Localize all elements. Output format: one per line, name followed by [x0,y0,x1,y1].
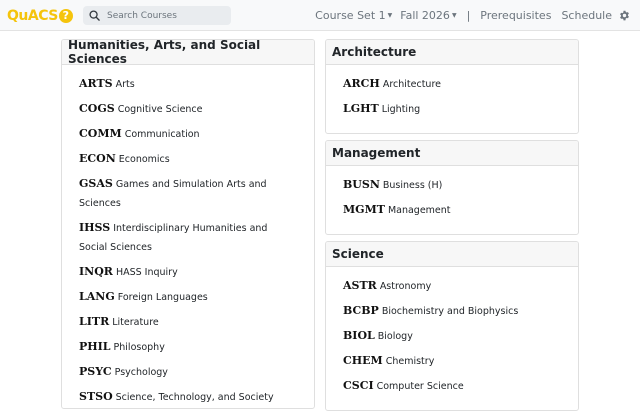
department-code: PHIL [79,340,111,353]
department-list: ARCH Architecture LGHT Lighting [326,65,578,119]
department-code: PSYC [79,365,112,378]
department-name: Architecture [382,79,441,90]
department-name: Astronomy [379,281,432,292]
department-code: COGS [79,102,115,115]
school-card-management: Management BUSN Business (H) MGMT Managemen… [325,140,579,235]
school-card-architecture: Architecture ARCH Architecture LGHT Lightin… [325,39,579,134]
department-item-stso[interactable]: STSO Science, Technology, and Society [62,387,314,407]
department-name: Lighting [381,104,421,115]
department-item-comm[interactable]: COMM Communication [62,124,314,144]
department-code: INQR [79,265,113,278]
chevron-down-icon: ▼ [451,12,457,19]
department-code: ARTS [79,77,113,90]
department-code: ECON [79,152,116,165]
schedule-link[interactable]: Schedule [561,9,612,22]
department-code: LANG [79,290,115,303]
department-item-mgmt[interactable]: MGMT Management [326,200,578,220]
department-name: Arts [115,79,135,90]
logo-badge: ? [58,8,73,23]
school-header: Humanities, Arts, and Social Sciences [62,40,314,66]
semester-dropdown[interactable]: Fall 2026 ▼ [400,9,456,22]
department-item-arch[interactable]: ARCH Architecture [326,74,578,94]
school-header: Management [326,141,578,166]
department-code: LGHT [343,102,379,115]
department-code: GSAS [79,177,113,190]
department-item-ihss[interactable]: IHSS Interdisciplinary Humanities and Soc… [62,218,314,257]
logo-text: QuACS [7,7,58,24]
department-item-astr[interactable]: ASTR Astronomy [326,276,578,296]
department-code: ASTR [343,279,377,292]
search-icon [89,10,101,22]
department-name: Management [387,205,451,216]
department-item-phil[interactable]: PHIL Philosophy [62,337,314,357]
department-name: Biochemistry and Biophysics [381,306,519,317]
department-code: MGMT [343,203,385,216]
department-name: Business (H) [382,180,443,191]
school-header: Science [326,242,578,267]
department-item-csci[interactable]: CSCI Computer Science [326,376,578,396]
chevron-down-icon: ▼ [387,12,393,19]
department-item-arts[interactable]: ARTS Arts [62,74,314,94]
department-item-econ[interactable]: ECON Economics [62,149,314,169]
course-set-dropdown[interactable]: Course Set 1 ▼ [315,9,392,22]
department-item-biol[interactable]: BIOL Biology [326,326,578,346]
department-list: ASTR Astronomy BCBP Biochemistry and Biophy… [326,267,578,396]
course-set-label: Course Set 1 [315,9,386,22]
department-code: COMM [79,127,122,140]
department-name: Literature [112,317,159,328]
department-item-inqr[interactable]: INQR HASS Inquiry [62,262,314,282]
navbar: QuACS ? Course Set 1 ▼ Fall 2026 ▼ | Pre… [0,0,640,31]
gear-icon[interactable] [619,10,630,21]
schedule-label: Schedule [561,9,612,22]
department-name: Psychology [114,367,168,378]
department-item-chem[interactable]: CHEM Chemistry [326,351,578,371]
department-item-lang[interactable]: LANG Foreign Languages [62,287,314,307]
department-code: ARCH [343,77,380,90]
prerequisites-label: Prerequisites [480,9,552,22]
department-code: BIOL [343,329,375,342]
department-code: BUSN [343,178,380,191]
search-box[interactable] [83,6,231,25]
department-item-psyc[interactable]: PSYC Psychology [62,362,314,382]
semester-label: Fall 2026 [400,9,450,22]
department-name: Foreign Languages [117,292,208,303]
department-name: HASS Inquiry [115,267,178,278]
search-input[interactable] [107,10,227,21]
department-item-litr[interactable]: LITR Literature [62,312,314,332]
department-item-busn[interactable]: BUSN Business (H) [326,175,578,195]
department-code: LITR [79,315,110,328]
logo[interactable]: QuACS ? [7,6,73,25]
school-card-hass: Humanities, Arts, and Social Sciences AR… [61,39,315,409]
prerequisites-link[interactable]: Prerequisites [480,9,551,22]
department-name: Computer Science [376,381,464,392]
department-name: Science, Technology, and Society [115,392,274,403]
department-name: Cognitive Science [117,104,203,115]
department-code: BCBP [343,304,379,317]
department-name: Economics [118,154,170,165]
department-code: IHSS [79,221,111,234]
school-card-science: Science ASTR Astronomy BCBP Biochemistry an… [325,241,579,411]
department-name: Chemistry [385,356,435,367]
department-item-gsas[interactable]: GSAS Games and Simulation Arts and Scienc… [62,174,314,213]
nav-separator: | [466,9,471,22]
department-item-lght[interactable]: LGHT Lighting [326,99,578,119]
school-header: Architecture [326,40,578,65]
department-list: ARTS Arts COGS Cognitive Science COMM Communi… [62,65,314,407]
department-item-bcbp[interactable]: BCBP Biochemistry and Biophysics [326,301,578,321]
department-list: BUSN Business (H) MGMT Management [326,166,578,220]
nav-right: Course Set 1 ▼ Fall 2026 ▼ | Prerequisit… [315,0,630,31]
department-name: Philosophy [113,342,165,353]
department-name: Communication [124,129,200,140]
department-name: Biology [377,331,413,342]
department-code: STSO [79,390,113,403]
department-code: CHEM [343,354,383,367]
department-item-cogs[interactable]: COGS Cognitive Science [62,99,314,119]
department-code: CSCI [343,379,374,392]
